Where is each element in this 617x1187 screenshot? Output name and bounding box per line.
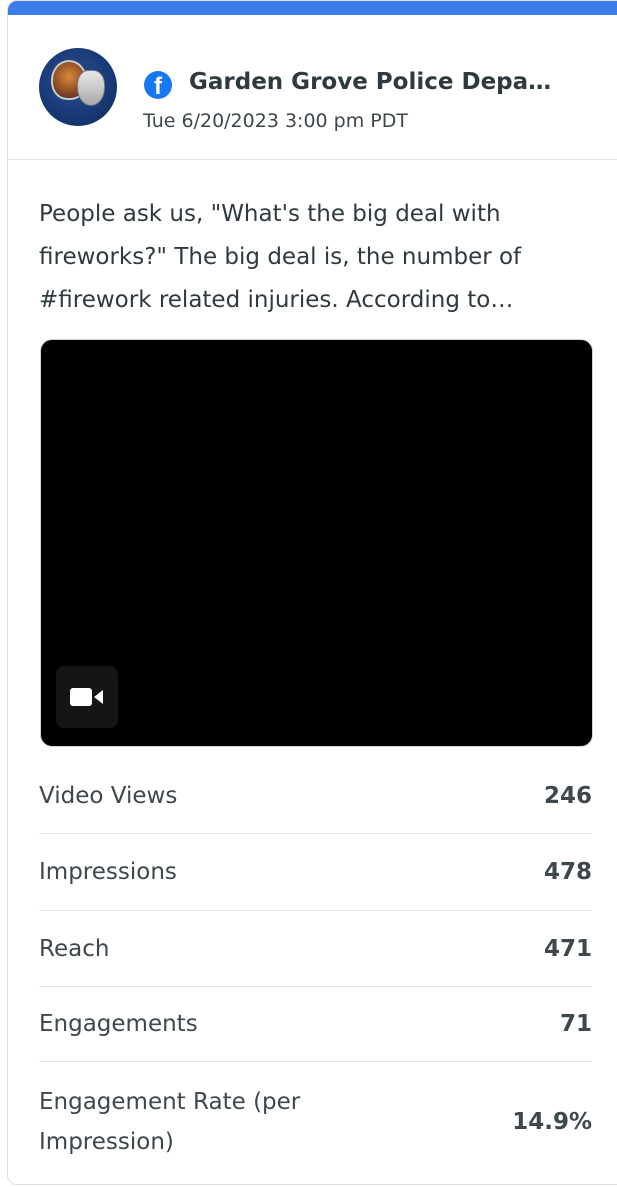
stat-row-video-views: Video Views 246: [39, 759, 592, 834]
stat-value: 478: [543, 859, 592, 885]
video-camera-icon: [70, 688, 103, 706]
stat-value: 71: [559, 1011, 592, 1037]
stat-label: Engagement Rate (per Impression): [39, 1089, 301, 1155]
stat-row-impressions: Impressions 478: [39, 834, 592, 911]
stat-row-engagement-rate: Engagement Rate (per Impression) 14.9%: [39, 1062, 592, 1182]
stat-label: Impressions: [39, 859, 177, 885]
post-date: Tue 6/20/2023 3:00 pm PDT: [143, 110, 408, 132]
avatar[interactable]: [39, 48, 117, 126]
video-type-chip: [56, 666, 118, 728]
stats-list: Video Views 246 Impressions 478 Reach 47…: [39, 759, 592, 1182]
facebook-icon: f: [144, 71, 172, 99]
card-accent-bar: [8, 1, 617, 15]
stat-label: Video Views: [39, 783, 178, 809]
post-text: People ask us, "What's the big deal with…: [39, 201, 522, 313]
post-header: f Garden Grove Police Depa… Tue 6/20/202…: [8, 15, 617, 160]
stat-label: Reach: [39, 935, 110, 962]
video-thumbnail[interactable]: [40, 339, 593, 747]
stat-value: 14.9%: [512, 1109, 592, 1135]
stat-value: 246: [543, 783, 592, 809]
stat-row-engagements: Engagements 71: [39, 987, 592, 1062]
stat-label: Engagements: [39, 1011, 198, 1037]
stat-row-reach: Reach 471: [39, 911, 592, 987]
stat-value: 471: [543, 935, 592, 962]
account-name[interactable]: Garden Grove Police Depa…: [189, 69, 617, 95]
post-card[interactable]: f Garden Grove Police Depa… Tue 6/20/202…: [7, 0, 617, 1185]
police-badge-image: [77, 70, 105, 106]
